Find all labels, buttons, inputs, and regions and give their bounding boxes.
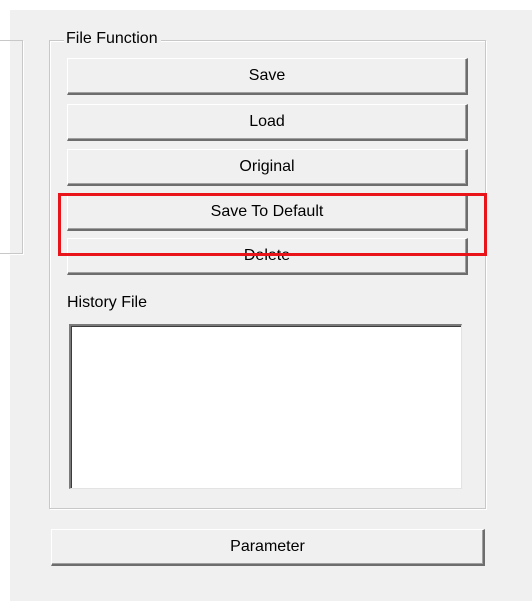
parameter-button[interactable]: Parameter xyxy=(51,529,485,566)
history-file-label: History File xyxy=(67,294,148,311)
save-to-default-button[interactable]: Save To Default xyxy=(67,194,468,231)
load-button[interactable]: Load xyxy=(67,104,468,141)
delete-button[interactable]: Delete xyxy=(67,238,468,275)
file-function-group-title: File Function xyxy=(64,29,161,49)
left-group-box xyxy=(0,40,23,254)
original-button[interactable]: Original xyxy=(67,149,468,186)
save-button[interactable]: Save xyxy=(67,58,468,95)
history-file-list[interactable] xyxy=(69,324,462,489)
